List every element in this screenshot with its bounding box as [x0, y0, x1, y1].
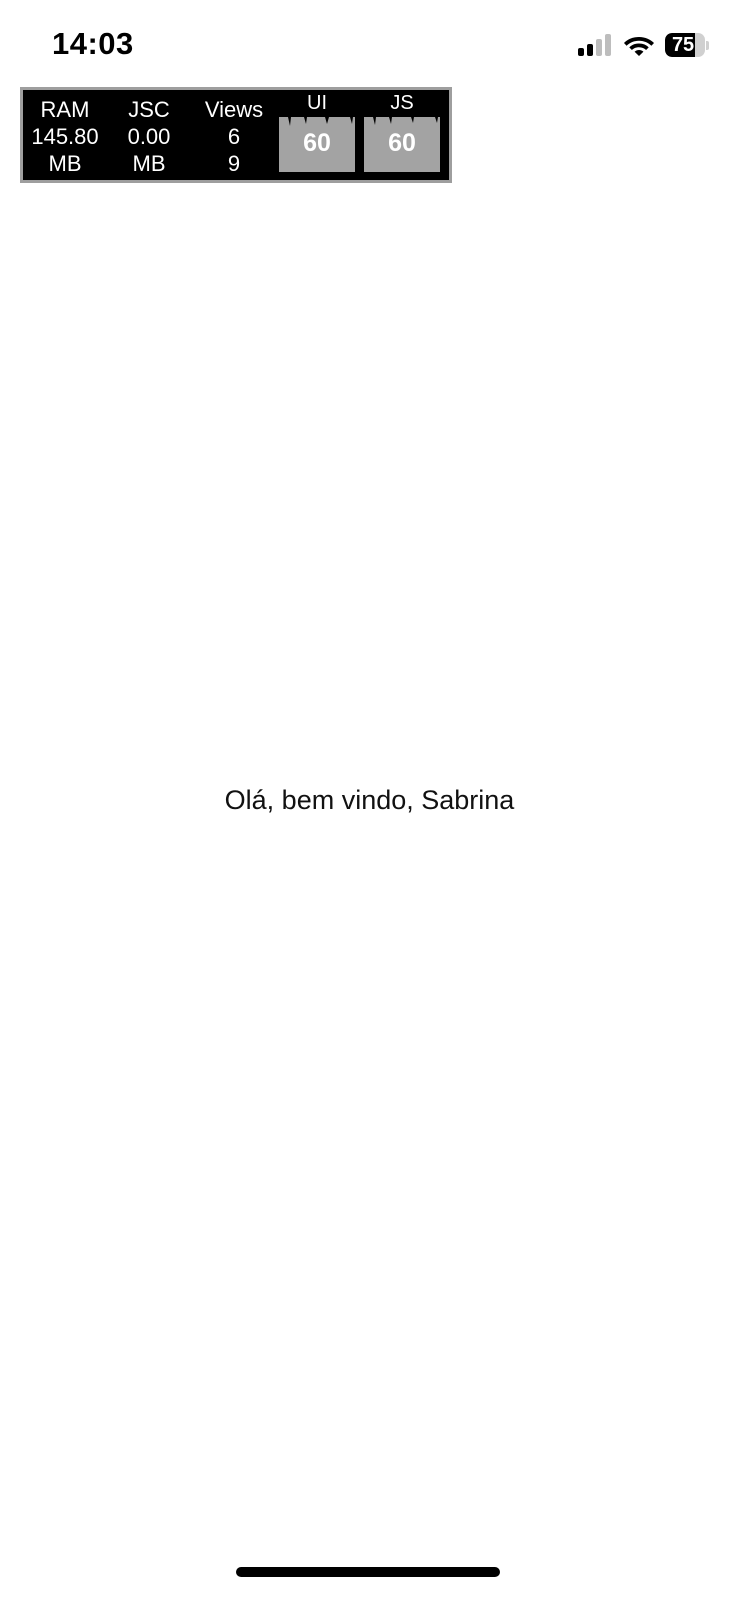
- battery-level: 75: [671, 33, 695, 56]
- js-fps-graph: 60: [364, 114, 440, 172]
- perf-ram-unit: MB: [48, 151, 82, 176]
- perf-jsc-unit: MB: [132, 151, 166, 176]
- perf-ram-label: RAM: [40, 97, 90, 122]
- signal-bar: [605, 34, 611, 56]
- perf-jsc-value: 0.00: [127, 124, 171, 149]
- home-indicator[interactable]: [236, 1567, 500, 1577]
- js-fps-label: JS: [390, 92, 414, 114]
- battery-icon: 75: [665, 33, 709, 57]
- js-fps-value: 60: [388, 129, 416, 157]
- perf-jsc: JSC 0.00 MB: [107, 96, 191, 177]
- status-time: 14:03: [52, 26, 134, 61]
- perf-views-visible: 6: [227, 124, 241, 149]
- signal-bar: [587, 44, 593, 56]
- signal-bar: [596, 39, 602, 56]
- battery-body: 75: [665, 33, 706, 57]
- perf-monitor[interactable]: RAM 145.80 MB JSC 0.00 MB Views 6 9 UI 6…: [20, 87, 452, 183]
- ui-fps-label: UI: [307, 92, 327, 114]
- status-indicators: 75: [578, 30, 709, 60]
- wifi-icon: [624, 37, 654, 56]
- perf-jsc-label: JSC: [128, 97, 170, 122]
- perf-views-total: 9: [227, 151, 241, 176]
- perf-ram: RAM 145.80 MB: [23, 96, 107, 177]
- perf-ram-value: 145.80: [31, 124, 99, 149]
- perf-views-label: Views: [204, 97, 264, 122]
- perf-js-fps: JS 60: [362, 90, 442, 172]
- perf-views: Views 6 9: [192, 96, 276, 177]
- perf-ui-fps: UI 60: [277, 90, 357, 172]
- ui-fps-value: 60: [303, 129, 331, 157]
- battery-nub: [706, 40, 709, 50]
- signal-bar: [578, 48, 584, 56]
- ui-fps-graph: 60: [279, 114, 355, 172]
- cellular-signal-icon: [578, 34, 611, 56]
- welcome-message: Olá, bem vindo, Sabrina: [224, 785, 515, 815]
